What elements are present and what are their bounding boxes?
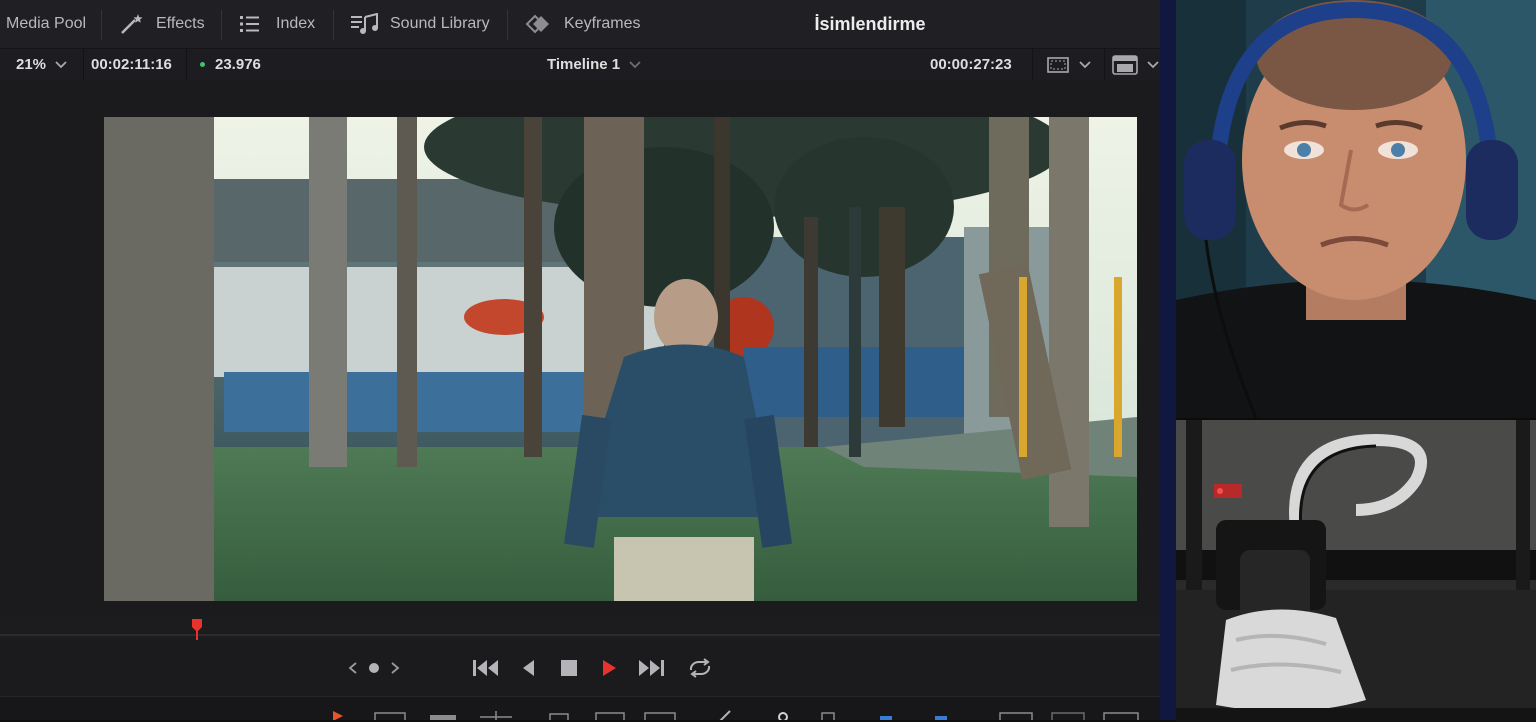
webcam-feed <box>1176 0 1536 418</box>
skip-forward-icon <box>639 660 664 676</box>
resolve-window: Media Pool Effects Index Sound Library K… <box>0 0 1160 720</box>
viewer-panel[interactable] <box>0 80 1160 616</box>
media-pool-label: Media Pool <box>6 15 87 32</box>
playhead-icon[interactable] <box>191 618 203 642</box>
keyframe-diamond-icon <box>525 14 549 34</box>
loop-icon <box>689 658 711 678</box>
index-button[interactable]: Index <box>238 0 315 48</box>
scrubber-bar[interactable] <box>0 616 1160 642</box>
scrubber-track[interactable] <box>0 634 1160 636</box>
hq-icon <box>1112 54 1138 75</box>
toolbar-divider <box>101 10 102 40</box>
effects-label: Effects <box>156 15 205 32</box>
frame-rate-dot-icon <box>200 62 205 67</box>
chevron-down-icon <box>629 60 641 68</box>
dot-icon <box>369 663 379 673</box>
toolbar-divider <box>507 10 508 40</box>
toolbar-divider <box>333 10 334 40</box>
viewer-mode-dropdown[interactable] <box>1046 49 1092 80</box>
edit-toolbar <box>0 696 1160 720</box>
3d-printer-image <box>1176 420 1536 722</box>
loop-button[interactable] <box>686 640 714 696</box>
sound-library-label: Sound Library <box>390 15 490 32</box>
magic-wand-icon <box>121 14 143 34</box>
info-divider <box>186 49 187 80</box>
transport-controls <box>0 640 1160 696</box>
edit-tools-strip <box>333 710 1139 720</box>
info-divider <box>83 49 84 80</box>
video-frame[interactable] <box>104 117 1137 601</box>
timeline-selector[interactable]: Timeline 1 <box>547 49 642 80</box>
playback-quality-dropdown[interactable] <box>1112 49 1160 80</box>
viewer-frame-icon <box>1047 56 1069 73</box>
timeline-name: Timeline 1 <box>547 56 621 73</box>
zoom-dropdown[interactable]: 21% <box>16 49 68 80</box>
play-button[interactable] <box>599 640 619 696</box>
frame-rate-indicator: 23.976 <box>200 49 261 80</box>
source-timecode: 00:02:11:16 <box>91 56 172 73</box>
list-icon <box>240 16 259 32</box>
prev-edit-button[interactable] <box>346 640 360 696</box>
go-to-start-button[interactable] <box>471 640 501 696</box>
camera-divider <box>1160 0 1176 720</box>
music-note-icon <box>351 13 378 34</box>
zoom-value: 21% <box>16 56 47 73</box>
play-reverse-icon <box>523 660 534 676</box>
chevron-down-icon <box>1079 60 1091 68</box>
printer-camera-feed <box>1176 418 1536 722</box>
park-scene-image <box>104 117 1137 601</box>
media-pool-button[interactable]: Media Pool <box>6 0 86 48</box>
play-icon <box>603 660 616 676</box>
top-toolbar: Media Pool Effects Index Sound Library K… <box>0 0 1160 48</box>
next-edit-button[interactable] <box>388 640 402 696</box>
chevron-right-icon <box>391 662 400 674</box>
index-label: Index <box>276 15 316 32</box>
frame-rate-value: 23.976 <box>215 56 261 73</box>
effects-button[interactable]: Effects <box>118 0 205 48</box>
info-divider <box>1032 49 1033 80</box>
skip-back-icon <box>473 660 498 676</box>
stop-button[interactable] <box>559 640 579 696</box>
page-title: İsimlendirme <box>814 14 926 34</box>
play-reverse-button[interactable] <box>519 640 537 696</box>
sound-library-button[interactable]: Sound Library <box>350 0 490 48</box>
viewer-info-bar: 21% 00:02:11:16 23.976 Timeline 1 00:00:… <box>0 48 1160 81</box>
keyframes-label: Keyframes <box>564 15 641 32</box>
add-marker-button[interactable] <box>367 640 381 696</box>
record-timecode: 00:00:27:23 <box>930 56 1012 73</box>
toolbar-divider <box>221 10 222 40</box>
keyframes-button[interactable]: Keyframes <box>522 0 640 48</box>
chevron-down-icon <box>55 60 67 68</box>
go-to-end-button[interactable] <box>636 640 666 696</box>
presenter-image <box>1176 0 1536 418</box>
info-divider <box>1104 49 1105 80</box>
stop-icon <box>561 660 577 676</box>
chevron-left-icon <box>348 662 357 674</box>
chevron-down-icon <box>1147 60 1159 68</box>
